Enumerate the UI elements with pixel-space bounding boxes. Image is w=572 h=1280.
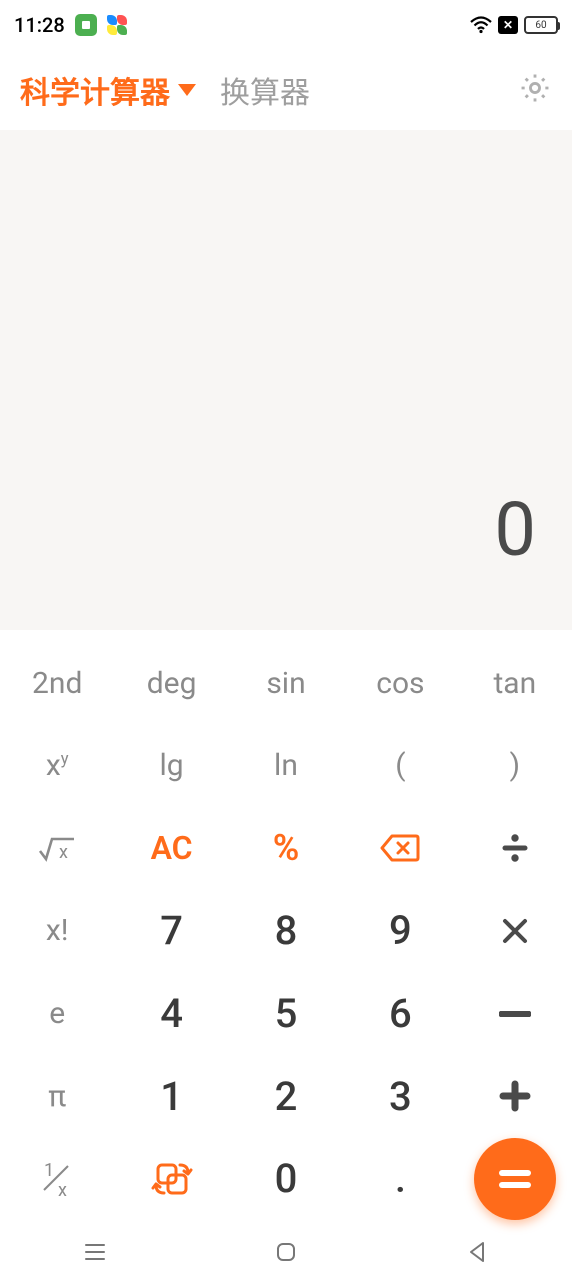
x-status-icon: ✕ <box>498 16 518 34</box>
key-e[interactable]: e <box>0 972 114 1055</box>
minus-icon <box>499 1011 531 1017</box>
key-lparen[interactable]: ( <box>343 725 457 808</box>
key-divide[interactable] <box>458 807 572 890</box>
svg-text:x: x <box>59 842 68 863</box>
back-icon <box>467 1240 487 1264</box>
key-tan[interactable]: tan <box>458 642 572 725</box>
svg-text:1: 1 <box>44 1160 54 1181</box>
key-ac[interactable]: AC <box>114 807 228 890</box>
top-bar: 科学计算器 换算器 <box>0 50 572 130</box>
key-sin[interactable]: sin <box>229 642 343 725</box>
key-history[interactable] <box>114 1137 228 1220</box>
key-2[interactable]: 2 <box>229 1055 343 1138</box>
svg-text:x: x <box>58 1180 67 1198</box>
home-icon <box>274 1240 298 1264</box>
key-0[interactable]: 0 <box>229 1137 343 1220</box>
sqrt-icon: x <box>38 833 76 863</box>
key-xfact[interactable]: x! <box>0 890 114 973</box>
battery-icon: 60 <box>524 16 558 34</box>
key-2nd[interactable]: 2nd <box>0 642 114 725</box>
key-multiply[interactable] <box>458 890 572 973</box>
wifi-icon <box>470 16 492 34</box>
status-left: 11:28 <box>14 13 127 37</box>
backspace-icon <box>380 832 420 864</box>
key-backspace[interactable] <box>343 807 457 890</box>
key-9[interactable]: 9 <box>343 890 457 973</box>
plus-icon <box>498 1079 532 1113</box>
key-xy[interactable]: xy <box>0 725 114 808</box>
tab-converter-label: 换算器 <box>220 68 310 112</box>
key-ln[interactable]: ln <box>229 725 343 808</box>
key-rparen[interactable]: ) <box>458 725 572 808</box>
key-3[interactable]: 3 <box>343 1055 457 1138</box>
key-sqrt[interactable]: x <box>0 807 114 890</box>
menu-icon <box>83 1242 107 1262</box>
key-minus[interactable] <box>458 972 572 1055</box>
key-deg[interactable]: deg <box>114 642 228 725</box>
multiply-icon <box>500 916 530 946</box>
status-time: 11:28 <box>14 13 65 37</box>
display-value: 0 <box>494 487 536 574</box>
key-7[interactable]: 7 <box>114 890 228 973</box>
key-plus[interactable] <box>458 1055 572 1138</box>
key-percent[interactable]: % <box>229 807 343 890</box>
equals-icon <box>497 1167 533 1191</box>
tab-converter[interactable]: 换算器 <box>220 68 310 112</box>
tab-scientific[interactable]: 科学计算器 <box>20 68 196 112</box>
key-dot[interactable]: . <box>343 1137 457 1220</box>
tab-scientific-label: 科学计算器 <box>20 68 170 112</box>
history-swap-icon <box>148 1157 196 1201</box>
key-equals[interactable] <box>458 1137 572 1220</box>
key-cos[interactable]: cos <box>343 642 457 725</box>
keypad: 2nd deg sin cos tan xy lg ln ( ) x AC % … <box>0 630 572 1224</box>
display-area: 0 <box>0 130 572 630</box>
equals-circle <box>474 1138 556 1220</box>
nav-back[interactable] <box>462 1237 492 1267</box>
key-oneoverx[interactable]: 1x <box>0 1137 114 1220</box>
nav-menu[interactable] <box>80 1237 110 1267</box>
dropdown-triangle-icon <box>178 84 196 96</box>
key-6[interactable]: 6 <box>343 972 457 1055</box>
gear-icon <box>518 71 552 105</box>
android-nav-bar <box>0 1224 572 1280</box>
key-4[interactable]: 4 <box>114 972 228 1055</box>
key-lg[interactable]: lg <box>114 725 228 808</box>
key-1[interactable]: 1 <box>114 1055 228 1138</box>
key-8[interactable]: 8 <box>229 890 343 973</box>
pinwheel-icon <box>107 15 127 35</box>
app-tile-icon <box>75 14 97 36</box>
oneoverx-icon: 1x <box>40 1160 74 1198</box>
key-5[interactable]: 5 <box>229 972 343 1055</box>
status-right: ✕ 60 <box>470 16 558 34</box>
settings-button[interactable] <box>518 71 552 109</box>
status-bar: 11:28 ✕ 60 <box>0 0 572 50</box>
divide-icon <box>498 831 532 865</box>
nav-home[interactable] <box>271 1237 301 1267</box>
key-pi[interactable]: π <box>0 1055 114 1138</box>
